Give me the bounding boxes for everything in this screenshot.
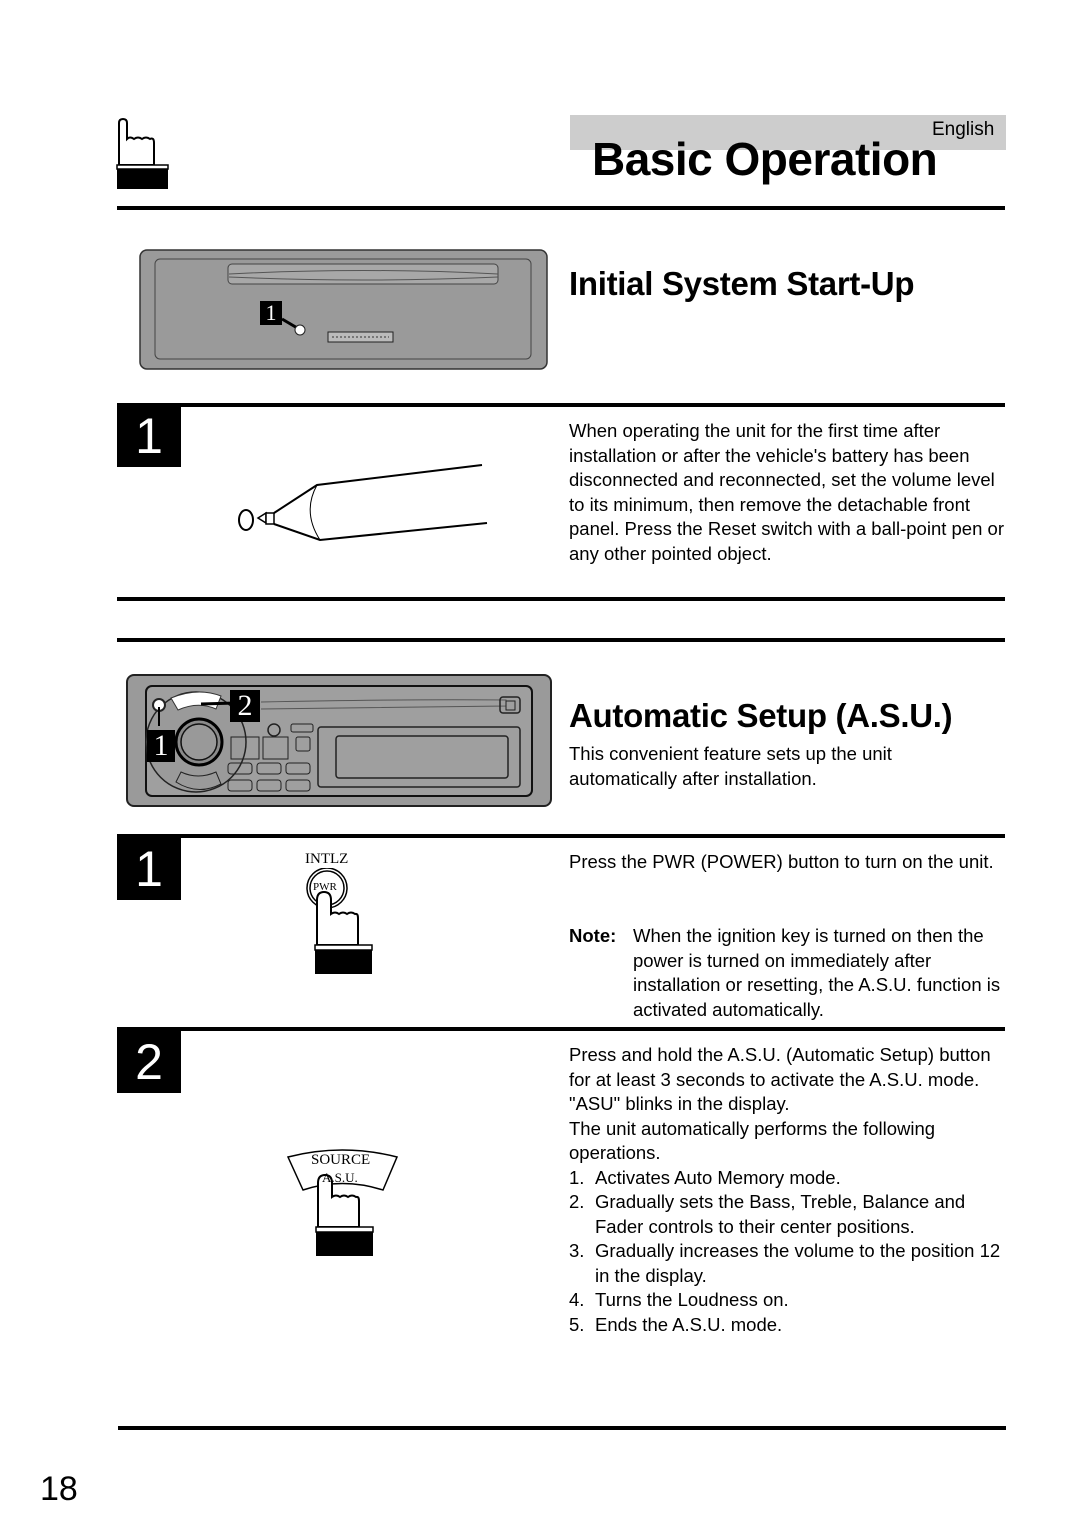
list-item-number: 3. [569, 1240, 585, 1261]
language-label: English [932, 119, 995, 140]
step-text: The unit automatically performs the foll… [569, 1117, 936, 1164]
footer-rule [118, 1426, 1006, 1430]
note-label: Note: [569, 925, 617, 946]
figure-callout-1: 1 [147, 730, 175, 762]
section-start-rule [117, 638, 1005, 642]
step-text: "ASU" blinks in the display. [569, 1093, 790, 1114]
step-rule [117, 1027, 1005, 1031]
list-item: 3. Gradually increases the volume to the … [569, 1239, 1009, 1288]
list-item-text: Ends the A.S.U. mode. [595, 1313, 783, 1335]
list-item: 4. Turns the Loudness on. [569, 1288, 1009, 1313]
pointing-hand-icon [116, 117, 169, 189]
step-text: When operating the unit for the first ti… [569, 420, 1004, 564]
step-text: Press and hold the A.S.U. (Automatic Set… [569, 1044, 991, 1090]
step-text-block: Press and hold the A.S.U. (Automatic Set… [569, 1043, 1009, 1337]
section-intro: This convenient feature sets up the unit… [569, 743, 892, 789]
pwr-button-label: PWR [313, 881, 337, 893]
unit-faceplate-removed-illustration [139, 249, 548, 370]
header-rule [117, 206, 1005, 210]
section-end-rule [117, 597, 1005, 601]
page-number: 18 [40, 1470, 78, 1508]
list-item: 1. Activates Auto Memory mode. [569, 1166, 1009, 1191]
list-item-number: 5. [569, 1313, 585, 1335]
hand-pressing-pwr-icon [306, 868, 373, 974]
section-title-asu: Automatic Setup (A.S.U.) [569, 697, 953, 734]
list-item-text: Gradually increases the volume to the po… [595, 1240, 1001, 1286]
note: Note: When the ignition key is turned on… [569, 924, 1009, 1022]
unit-front-panel-illustration [126, 674, 552, 807]
ballpoint-pen-illustration [238, 464, 488, 542]
step-rule [117, 403, 1005, 407]
list-item-number: 1. [569, 1166, 585, 1188]
list-item: 2. Gradually sets the Bass, Treble, Balan… [569, 1190, 1009, 1239]
source-button-label: SOURCE [311, 1152, 371, 1168]
figure-callout-1: 1 [260, 301, 282, 325]
note-text: When the ignition key is turned on then … [633, 925, 1001, 1020]
list-item-number: 2. [569, 1191, 585, 1212]
figure-callout-2: 2 [230, 690, 260, 722]
asu-operations-list: 1. Activates Auto Memory mode. 2. Graduall… [569, 1166, 1009, 1338]
page-title: Basic Operation [592, 133, 938, 185]
list-item-text: Gradually sets the Bass, Treble, Balance… [595, 1191, 966, 1237]
step-number-badge: 2 [117, 1029, 181, 1093]
section-title-initial-startup: Initial System Start-Up [569, 265, 915, 302]
list-item-text: Activates Auto Memory mode. [595, 1166, 841, 1188]
step-text: Press the PWR (POWER) button to turn on … [569, 851, 994, 872]
intlz-label: INTLZ [305, 851, 349, 867]
list-item-text: Turns the Loudness on. [595, 1289, 789, 1310]
list-item-number: 4. [569, 1289, 585, 1310]
step-rule [117, 834, 1005, 838]
step-number-badge: 1 [117, 403, 181, 467]
list-item: 5. Ends the A.S.U. mode. [569, 1313, 1009, 1338]
asu-button-label: A.S.U. [322, 1170, 358, 1185]
step-number-badge: 1 [117, 836, 181, 900]
